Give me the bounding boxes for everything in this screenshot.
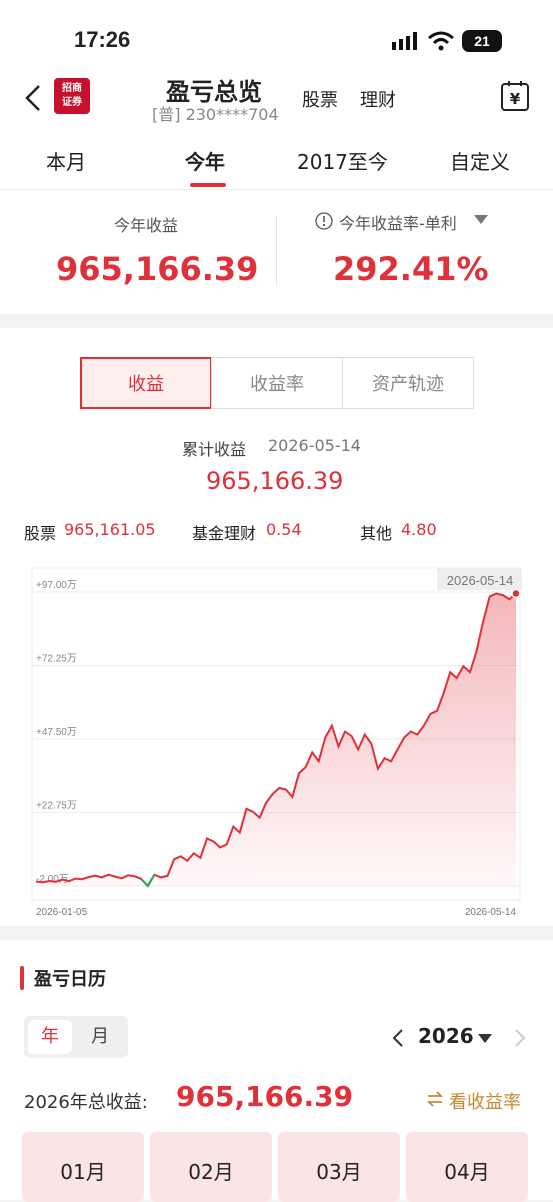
year-total-value: 965,166.39	[176, 1080, 354, 1113]
nav-link-stock[interactable]: 股票	[302, 86, 338, 112]
back-chevron-icon[interactable]	[24, 84, 42, 112]
breakdown-fund-value: 0.54	[266, 520, 302, 539]
cumulative-date: 2026-05-14	[268, 436, 361, 455]
profit-value: 965,166.39	[56, 250, 259, 288]
rate-label[interactable]: 今年收益率-单利	[339, 210, 457, 234]
breakdown-fund-label: 基金理财	[192, 524, 257, 543]
swap-arrows-icon[interactable]	[426, 1090, 444, 1108]
view-rate-link[interactable]: 看收益率	[449, 1088, 521, 1114]
broker-logo: 招商证券	[54, 78, 90, 114]
report-icon[interactable]: ¥	[500, 80, 530, 112]
dropdown-triangle-icon[interactable]	[474, 215, 488, 225]
wifi-icon	[428, 31, 454, 51]
segment-profit[interactable]: 收益	[80, 357, 212, 409]
segment-asset-track[interactable]: 资产轨迹	[342, 357, 474, 409]
tab-custom[interactable]: 自定义	[450, 146, 510, 175]
segment-rate[interactable]: 收益率	[211, 357, 343, 409]
battery-indicator: 21	[462, 30, 502, 52]
period-tabs: 本月 今年 2017至今 自定义	[0, 130, 553, 190]
breakdown-stock-label: 股票	[24, 524, 57, 543]
tab-since-2017[interactable]: 2017至今	[297, 146, 388, 175]
nav-link-wealth[interactable]: 理财	[360, 86, 396, 112]
prev-year-chevron-icon[interactable]	[392, 1028, 404, 1048]
status-bar: 17:26 21	[0, 0, 553, 70]
month-cell-apr[interactable]: 04月	[406, 1132, 528, 1202]
svg-text:¥: ¥	[510, 90, 521, 108]
tab-this-month[interactable]: 本月	[46, 146, 86, 175]
year-selector[interactable]: 2026	[418, 1024, 474, 1048]
summary-card: 今年收益 965,166.39 今年收益率-单利 292.41%	[0, 190, 553, 314]
y-tick-label: +47.50万	[36, 727, 77, 738]
year-dropdown-icon[interactable]	[478, 1034, 492, 1044]
calendar-title: 盈亏日历	[34, 969, 106, 990]
x-end-label: 2026-05-14	[465, 907, 517, 918]
toggle-month[interactable]: 月	[78, 1020, 122, 1054]
month-cell-mar[interactable]: 03月	[278, 1132, 400, 1202]
month-cell-jan[interactable]: 01月	[22, 1132, 144, 1202]
account-number: [普] 230****704	[152, 105, 279, 124]
status-time: 17:26	[74, 27, 131, 52]
section-accent-bar	[20, 966, 24, 990]
year-total-label: 2026年总收益:	[24, 1092, 148, 1113]
tab-this-year[interactable]: 今年	[185, 146, 225, 175]
info-icon[interactable]	[315, 212, 333, 230]
y-tick-label: +22.75万	[36, 801, 77, 812]
profit-label: 今年收益	[114, 216, 179, 235]
summary-divider	[276, 216, 277, 286]
x-start-label: 2026-01-05	[36, 907, 88, 918]
app-header: 招商证券 盈亏总览 [普] 230****704 股票 理财 ¥	[0, 70, 553, 130]
toggle-year[interactable]: 年	[28, 1020, 72, 1054]
rate-value: 292.41%	[333, 250, 489, 288]
tooltip-date: 2026-05-14	[447, 573, 514, 588]
y-tick-label: +97.00万	[36, 580, 77, 591]
signal-icon	[392, 32, 417, 50]
cumulative-value: 965,166.39	[206, 467, 344, 495]
y-tick-label: +72.25万	[36, 654, 77, 665]
breakdown-other-label: 其他	[360, 524, 393, 543]
cumulative-label: 累计收益	[182, 440, 247, 459]
month-cell-feb[interactable]: 02月	[150, 1132, 272, 1202]
profit-chart[interactable]: +97.00万+72.25万+47.50万+22.75万-2.00万 2026-…	[0, 560, 553, 926]
broker-logo-text: 招商证券	[62, 83, 82, 108]
profit-area	[36, 593, 516, 886]
breakdown-other-value: 4.80	[401, 520, 437, 539]
breakdown-stock-value: 965,161.05	[64, 520, 156, 539]
next-year-chevron-icon[interactable]	[514, 1028, 526, 1048]
latest-point-marker	[511, 588, 521, 599]
active-tab-indicator	[190, 183, 226, 187]
